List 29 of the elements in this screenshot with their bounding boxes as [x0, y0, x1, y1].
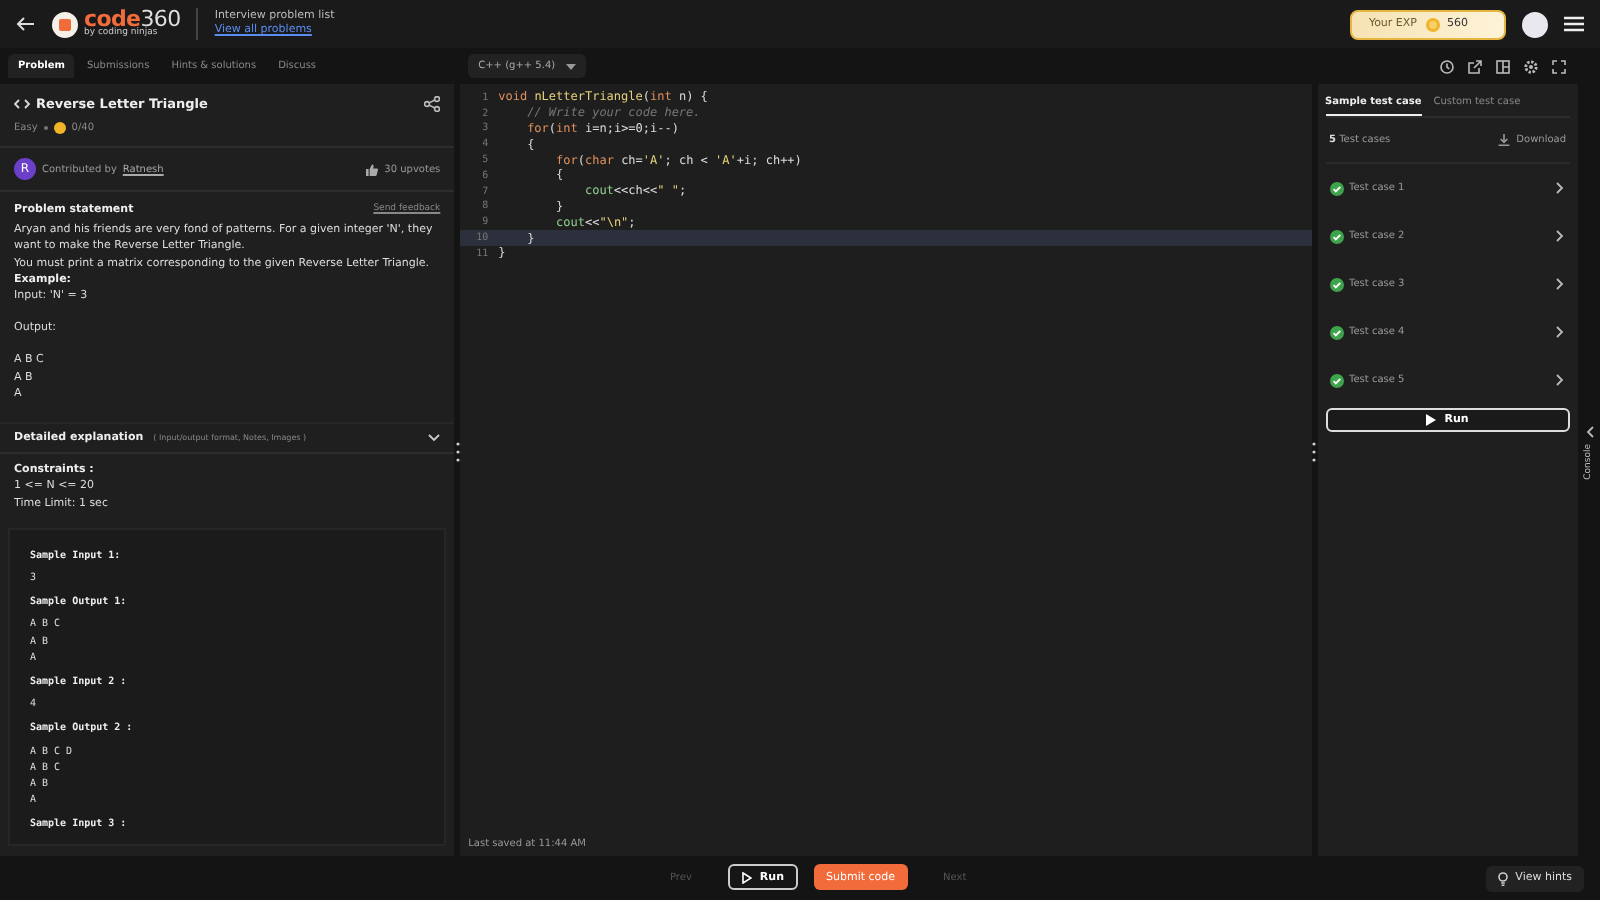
play-icon	[1426, 414, 1437, 426]
chevron-left-icon	[1585, 425, 1593, 438]
coin-icon	[1425, 17, 1439, 31]
lightbulb-icon	[1497, 871, 1508, 885]
chevron-right-icon	[1556, 230, 1565, 242]
drag-handle-icon	[455, 442, 460, 462]
settings-icon[interactable]	[1524, 59, 1539, 73]
share-icon[interactable]	[424, 96, 441, 112]
separator-dot	[43, 126, 48, 130]
chevron-icon	[428, 434, 441, 443]
clock-icon[interactable]	[1440, 59, 1455, 73]
chevron-right-icon	[1556, 326, 1565, 338]
back-arrow-icon[interactable]	[16, 16, 36, 32]
download-icon	[1498, 134, 1511, 146]
fullscreen-icon[interactable]	[1552, 59, 1567, 73]
thumbs-up-icon	[366, 163, 379, 175]
chevron-right-icon	[1556, 182, 1565, 194]
caret-icon	[565, 63, 576, 69]
export-icon[interactable]	[1468, 59, 1483, 73]
layout-icon[interactable]	[1496, 59, 1511, 73]
menu-icon[interactable]	[1564, 16, 1584, 32]
code-icon	[14, 98, 30, 110]
coin-icon	[53, 122, 66, 134]
play-icon	[741, 871, 752, 883]
chevron-right-icon	[1556, 374, 1565, 386]
drag-handle-icon	[1312, 442, 1317, 462]
avatar[interactable]	[1522, 11, 1548, 37]
logo-icon	[52, 11, 78, 37]
chevron-right-icon	[1556, 278, 1565, 290]
